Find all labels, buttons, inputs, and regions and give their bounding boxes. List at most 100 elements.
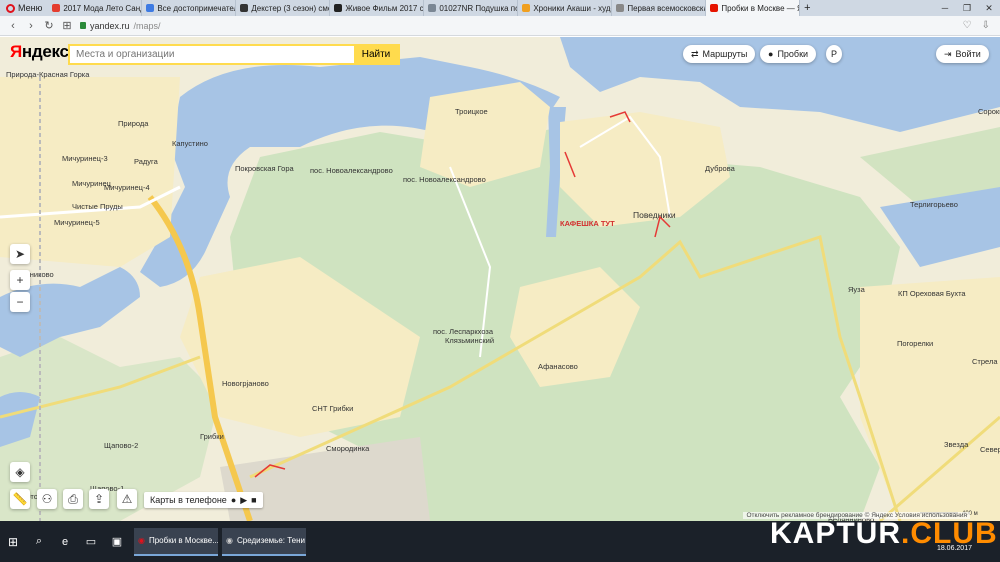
login-button[interactable]: ⇥ Войти	[936, 45, 989, 63]
location-icon: ➤	[14, 247, 26, 261]
traffic-button[interactable]: ● Пробки	[760, 45, 817, 63]
place-label[interactable]: Клязьминский	[445, 336, 494, 345]
new-tab-button[interactable]: +	[800, 0, 814, 16]
browser-tab[interactable]: Пробки в Москве — Янд×	[706, 0, 801, 16]
browser-tab[interactable]: Декстер (3 сезон) смотре	[236, 0, 331, 16]
place-label[interactable]: Терлигорьево	[910, 200, 958, 209]
windows-start-icon[interactable]: ⊞	[0, 521, 26, 562]
place-label[interactable]: Природа	[118, 119, 148, 128]
browser-tab[interactable]: 2017 Мода Лето Сандали	[48, 0, 143, 16]
place-label[interactable]: пос. Новоалександрово	[403, 175, 486, 184]
forward-icon[interactable]: ›	[26, 20, 36, 32]
settlement-area	[860, 277, 1000, 521]
edge-icon[interactable]: e	[52, 521, 78, 562]
place-label[interactable]: Мичуринец-3	[62, 154, 108, 163]
zoom-out-button[interactable]: −	[10, 292, 30, 312]
browser-tab[interactable]: Хроники Акаши - худож	[518, 0, 613, 16]
taskbar-date: 18.06.2017	[936, 545, 972, 552]
browser-tab[interactable]: Живое Фильм 2017 смот	[330, 0, 425, 16]
routes-button[interactable]: ⇄ Маршруты	[683, 45, 756, 63]
map-canvas[interactable]: 400 м Природа-Красная Горка Природа Капуст…	[0, 37, 1000, 521]
download-icon[interactable]: ⇩	[982, 20, 990, 31]
parking-button[interactable]: P	[826, 45, 843, 63]
browser-tab[interactable]: Первая всемосковская а	[612, 0, 707, 16]
task-title: Пробки в Москве...	[148, 536, 218, 545]
place-label[interactable]: Дуброва	[705, 164, 735, 173]
place-label[interactable]: Афанасово	[538, 362, 578, 371]
place-label[interactable]: Погорелки	[897, 339, 933, 348]
location-button[interactable]: ➤	[10, 244, 30, 264]
yandex-logo[interactable]: Яндекс	[10, 42, 69, 62]
close-icon[interactable]: ✕	[978, 3, 1000, 14]
task-title: Средиземье: Тени ...	[236, 536, 306, 545]
place-label[interactable]: Поведники	[633, 210, 676, 220]
back-icon[interactable]: ‹	[8, 20, 18, 32]
place-label[interactable]: Природа-Красная Горка	[6, 70, 89, 79]
plus-icon: +	[16, 273, 24, 287]
address-bar: ‹ › ↻ ⊞ yandex.ru/maps/ ♡ ⇩	[0, 16, 1000, 36]
share-button[interactable]: ⇪	[89, 489, 109, 509]
place-label[interactable]: КП Ореховая Бухта	[898, 289, 966, 298]
play-icon: ▶	[240, 494, 248, 505]
ruler-button[interactable]: 📏	[10, 489, 30, 509]
place-label[interactable]: Покровская Гора	[235, 164, 294, 173]
url-field[interactable]: yandex.ru/maps/	[80, 21, 161, 31]
tab-favicon-icon	[146, 4, 155, 12]
login-label: Войти	[955, 49, 981, 59]
print-button[interactable]: ⎙	[63, 489, 83, 509]
tab-title: Декстер (3 сезон) смотре	[251, 3, 329, 13]
cafe-annotation-label[interactable]: КАФЕШКА ТУТ	[560, 219, 615, 228]
place-label[interactable]: СНТ Грибки	[312, 404, 353, 413]
place-label[interactable]: Новогрjаново	[222, 379, 269, 388]
place-label[interactable]: Северная	[980, 445, 1000, 454]
layers-button[interactable]: ◈	[10, 462, 30, 482]
taskbar-task[interactable]: ◉Средиземье: Тени ...	[222, 527, 306, 556]
browser-menu-button[interactable]: Меню	[0, 0, 49, 16]
place-label[interactable]: Звезда	[944, 440, 968, 449]
place-label[interactable]: Мичуринец-5	[54, 218, 100, 227]
route-icon: ⇄	[691, 48, 699, 59]
tab-favicon-icon	[52, 4, 61, 12]
taskbar-tasks: ◉Пробки в Москве...◉Средиземье: Тени ...	[130, 527, 306, 556]
place-label[interactable]: Яуза	[848, 285, 865, 294]
tab-title: Пробки в Москве — Янд	[721, 3, 799, 13]
place-label[interactable]: Грибки	[200, 432, 224, 441]
lock-icon	[80, 22, 86, 29]
report-button[interactable]: ⚠	[117, 489, 137, 509]
place-label[interactable]: Мичуринец-4	[104, 183, 150, 192]
explorer-icon[interactable]: ▭	[78, 521, 104, 562]
place-label[interactable]: пос. Леспаркхоза	[433, 327, 493, 336]
place-label[interactable]: Троицкое	[455, 107, 488, 116]
reload-icon[interactable]: ↻	[44, 19, 54, 32]
place-label[interactable]: Смородинка	[326, 444, 369, 453]
taskbar-task[interactable]: ◉ Пробки в Москве...	[134, 527, 218, 556]
zoom-in-button[interactable]: +	[10, 270, 30, 290]
search-button[interactable]: Найти	[354, 46, 398, 63]
tab-title: 01027NR Подушка подаг	[439, 3, 517, 13]
store-icon[interactable]: ▣	[104, 521, 130, 562]
place-label[interactable]: Стрела	[972, 357, 998, 366]
tab-favicon-icon	[240, 4, 249, 12]
phone-app-banner[interactable]: Карты в телефоне ● ▶ ■	[144, 492, 263, 508]
place-label[interactable]: Щапово-2	[104, 441, 138, 450]
opera-logo-icon	[6, 3, 15, 13]
place-label[interactable]: Радуга	[134, 157, 158, 166]
tab-favicon-icon	[428, 4, 437, 12]
search-icon[interactable]: ⌕	[26, 521, 52, 562]
heart-icon[interactable]: ♡	[963, 20, 972, 31]
place-label[interactable]: Капустино	[172, 139, 208, 148]
place-label[interactable]: Сорокина	[978, 107, 1000, 116]
tab-favicon-icon	[334, 4, 343, 12]
person-icon: ⚇	[41, 492, 53, 506]
browser-tab[interactable]: Все достопримечательн	[142, 0, 237, 16]
panorama-button[interactable]: ⚇	[37, 489, 57, 509]
browser-tab[interactable]: 01027NR Подушка подаг	[424, 0, 519, 16]
place-label[interactable]: Чистые Пруды	[72, 202, 123, 211]
speed-dial-icon[interactable]: ⊞	[62, 19, 72, 32]
search-input[interactable]	[70, 46, 354, 63]
minimize-icon[interactable]: ─	[934, 3, 956, 13]
restore-icon[interactable]: ❐	[956, 3, 978, 14]
settlement-area	[0, 77, 180, 267]
ruler-icon: 📏	[12, 492, 28, 506]
place-label[interactable]: пос. Новоалександрово	[310, 166, 393, 175]
